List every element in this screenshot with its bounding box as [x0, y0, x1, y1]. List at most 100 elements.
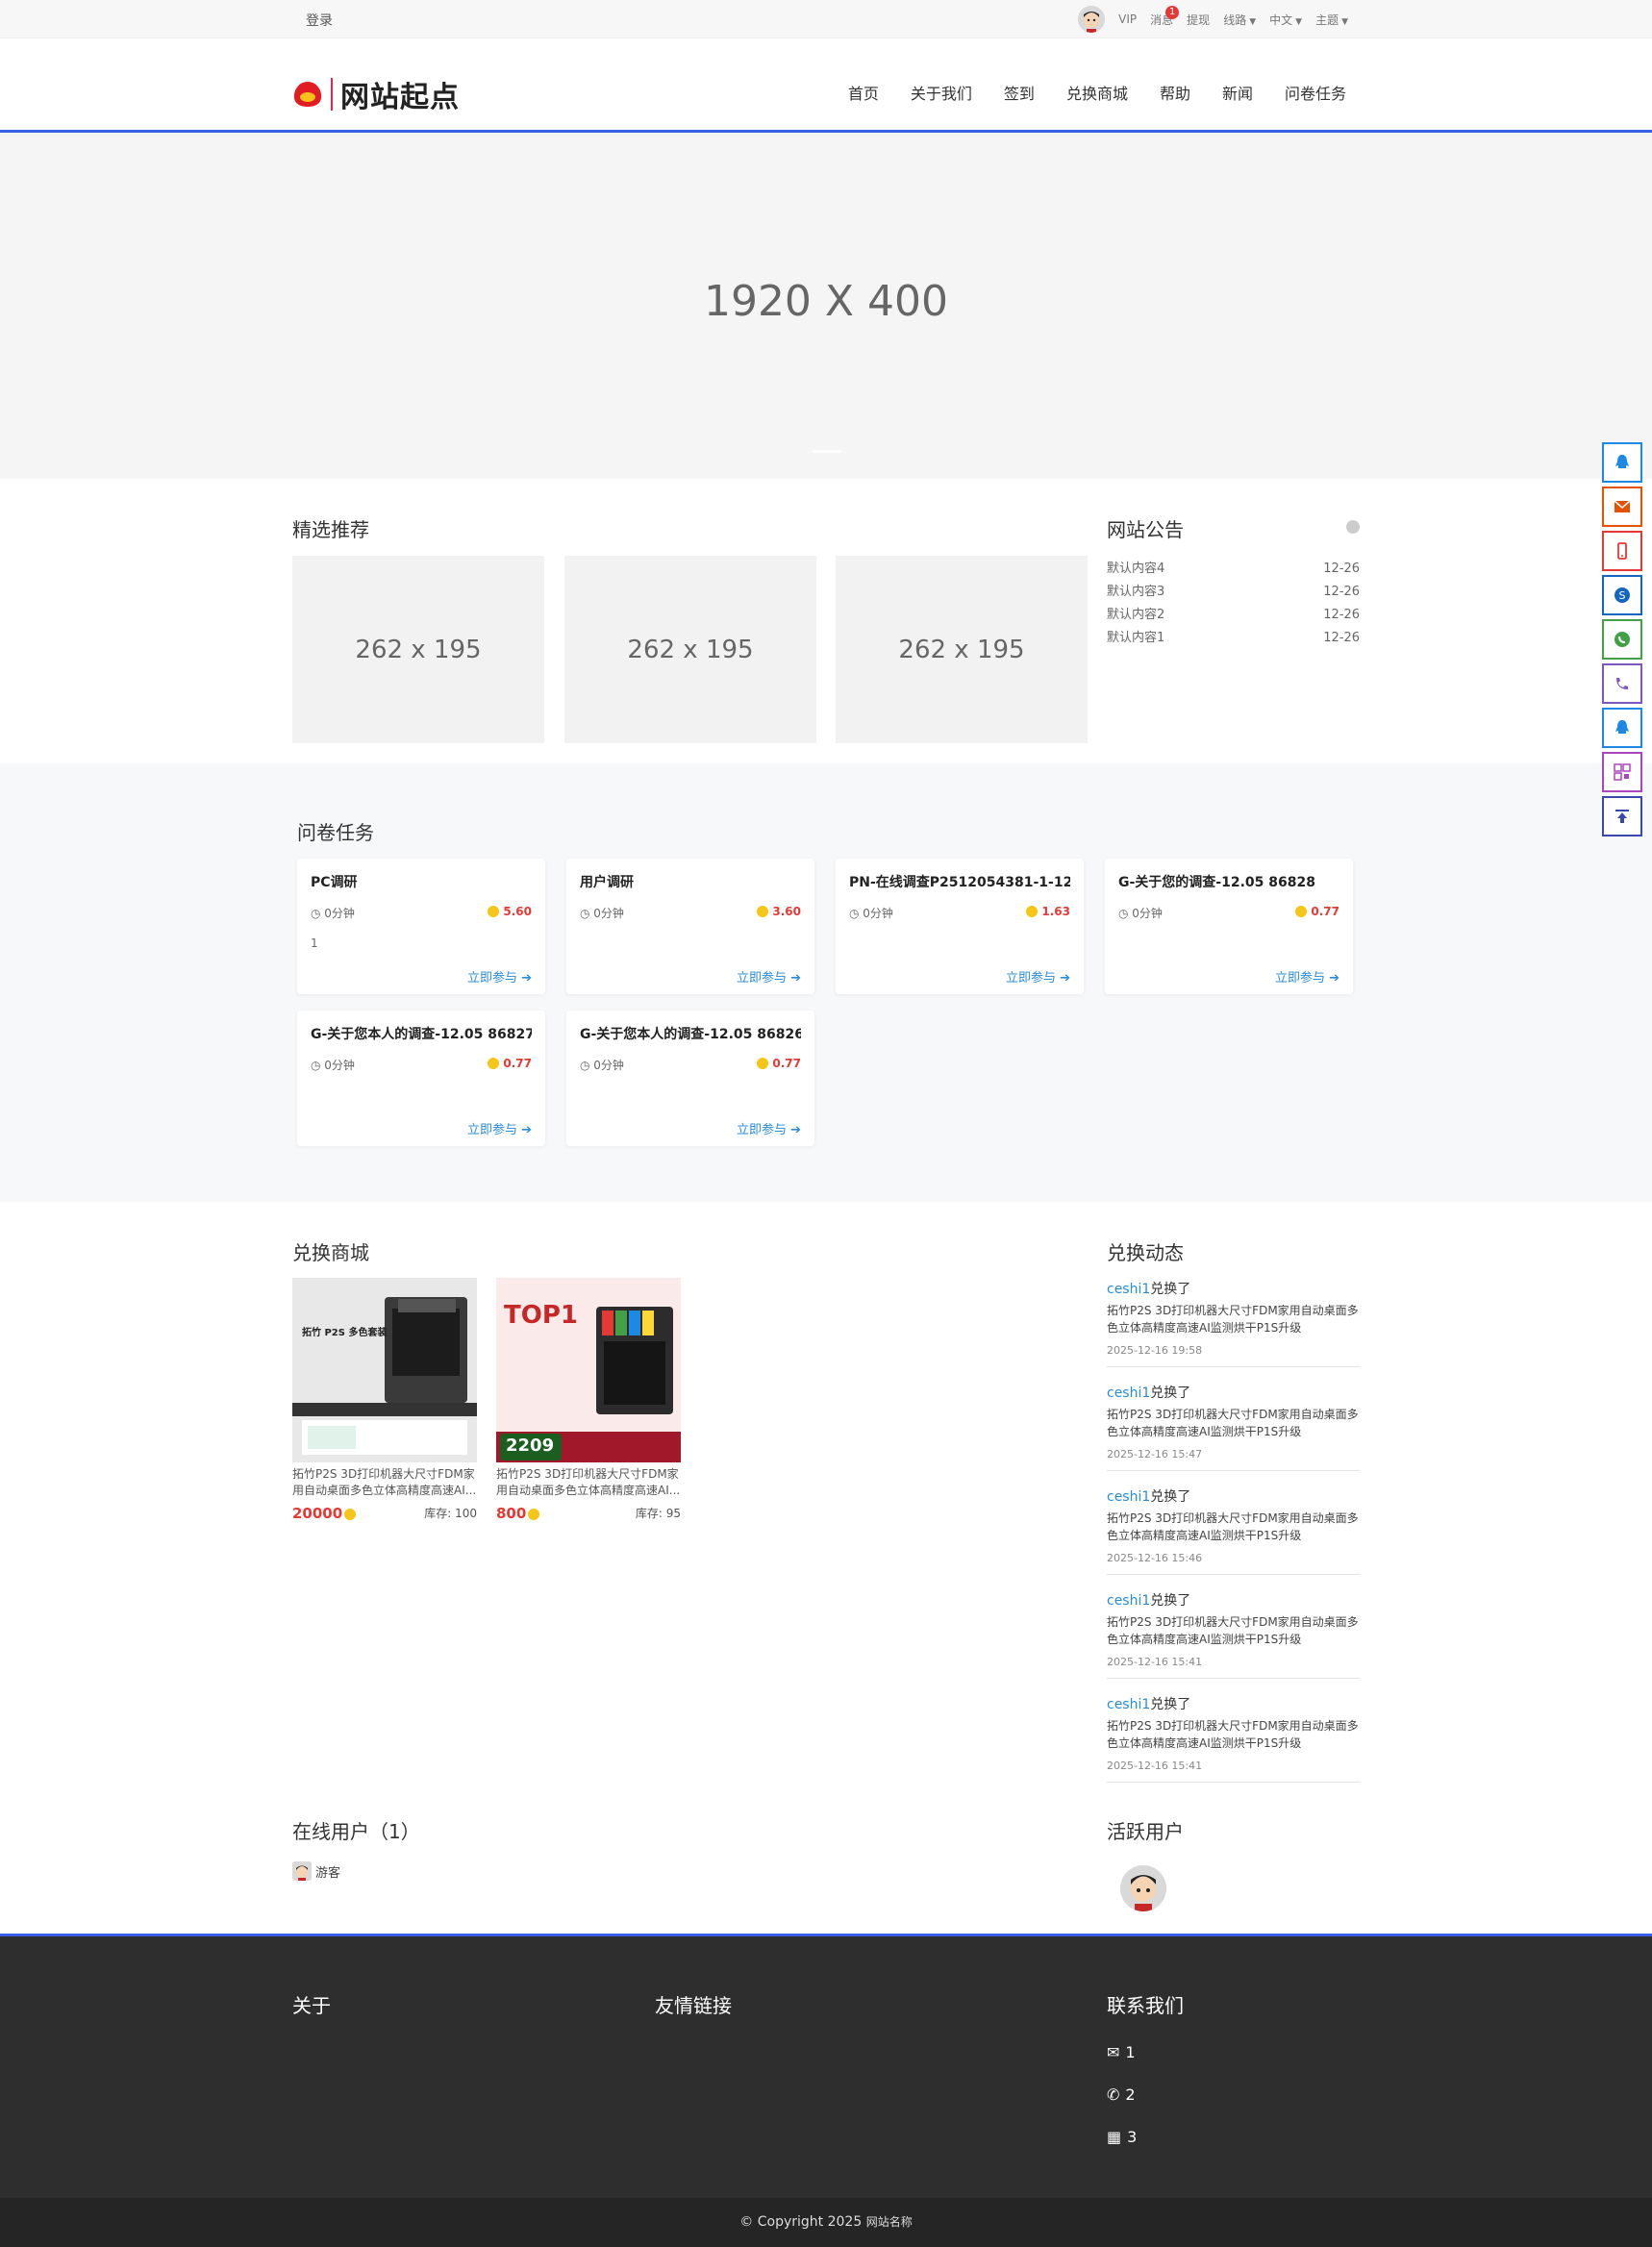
- back-to-top-button[interactable]: [1602, 796, 1642, 836]
- floating-contact-bar: S: [1602, 442, 1642, 836]
- nav-home[interactable]: 首页: [848, 81, 879, 104]
- featured-title: 精选推荐: [292, 518, 369, 541]
- language-dropdown[interactable]: 中文 ▼: [1269, 12, 1302, 28]
- join-button[interactable]: 立即参与 ➔: [849, 967, 1070, 986]
- phone-button[interactable]: [1602, 531, 1642, 571]
- viber-icon: [1616, 678, 1628, 689]
- survey-card[interactable]: PN-在线调查P2512054381-1-12- ◷ 0分钟 1.63 立即参与 …: [836, 859, 1084, 994]
- nav-shop[interactable]: 兑换商城: [1066, 81, 1128, 104]
- nav-help[interactable]: 帮助: [1160, 81, 1190, 104]
- qq-button[interactable]: [1602, 442, 1642, 483]
- join-button[interactable]: 立即参与 ➔: [580, 1119, 801, 1137]
- clock-icon: ◷: [311, 1059, 325, 1072]
- notice-item[interactable]: 默认内容4 12-26: [1107, 558, 1360, 581]
- exchange-user-link[interactable]: ceshi1: [1107, 1282, 1150, 1297]
- site-logo[interactable]: 网站起点: [292, 73, 460, 115]
- gear-icon[interactable]: [1346, 520, 1360, 534]
- exchange-user-link[interactable]: ceshi1: [1107, 1489, 1150, 1505]
- exchange-time: 2025-12-16 15:41: [1107, 1760, 1203, 1772]
- qq-button[interactable]: [1602, 708, 1642, 748]
- notice-title: 网站公告: [1107, 518, 1184, 541]
- survey-card-desc: [580, 936, 801, 950]
- whatsapp-button[interactable]: [1602, 619, 1642, 660]
- online-user-name: 游客: [315, 1865, 341, 1881]
- viber-button[interactable]: [1602, 663, 1642, 704]
- survey-card[interactable]: 用户调研 ◷ 0分钟 3.60 立即参与 ➔: [566, 859, 814, 994]
- exchange-user-link[interactable]: ceshi1: [1107, 1386, 1150, 1401]
- product-image-price: 2209: [506, 1436, 555, 1456]
- reward: 0.77: [488, 1057, 532, 1073]
- reward: 0.77: [757, 1057, 801, 1073]
- survey-card[interactable]: G-关于您的调查-12.05 86828 ◷ 0分钟 0.77 立即参与 ➔: [1105, 859, 1353, 994]
- logo-divider: [331, 78, 333, 111]
- banner-placeholder-text: 1920 X 400: [703, 277, 949, 326]
- survey-title: 问卷任务: [297, 821, 374, 844]
- survey-card[interactable]: PC调研 ◷ 0分钟 5.60 1 立即参与 ➔: [297, 859, 545, 994]
- arrow-right-icon: ➔: [521, 971, 532, 986]
- hero-banner[interactable]: 1920 X 400: [0, 133, 1652, 479]
- survey-card[interactable]: G-关于您本人的调查-12.05 86826 ◷ 0分钟 0.77 立即参与 ➔: [566, 1011, 814, 1146]
- product-price: 800: [496, 1505, 543, 1522]
- exchange-desc[interactable]: 拓竹P2S 3D打印机器大尺寸FDM家用自动桌面多色立体高精度高速AI监测烘干P…: [1107, 1510, 1360, 1544]
- reward: 0.77: [1295, 905, 1339, 921]
- product-name[interactable]: 拓竹P2S 3D打印机器大尺寸FDM家用自动桌面多色立体高精度高速AI...: [496, 1466, 681, 1499]
- login-link[interactable]: 登录: [306, 11, 333, 30]
- exchange-list: ceshi1兑换了 拓竹P2S 3D打印机器大尺寸FDM家用自动桌面多色立体高精…: [1107, 1279, 1360, 1798]
- contact-email[interactable]: ✉ 1: [1107, 2043, 1136, 2061]
- featured-card[interactable]: 262 x 195: [564, 556, 816, 743]
- email-button[interactable]: [1602, 487, 1642, 527]
- user-avatar[interactable]: [1078, 6, 1106, 33]
- exchange-action: 兑换了: [1150, 1697, 1191, 1712]
- join-label: 立即参与: [466, 1123, 517, 1137]
- notice-item[interactable]: 默认内容3 12-26: [1107, 581, 1360, 604]
- survey-card-desc: 1: [311, 936, 318, 950]
- contact-address[interactable]: ▦ 3: [1107, 2128, 1137, 2146]
- carousel-indicator[interactable]: [813, 450, 841, 453]
- survey-card-title: G-关于您本人的调查-12.05 86826: [580, 1027, 801, 1042]
- notice-item[interactable]: 默认内容2 12-26: [1107, 604, 1360, 627]
- exchange-action: 兑换了: [1150, 1489, 1191, 1505]
- survey-card[interactable]: G-关于您本人的调查-12.05 86827 ◷ 0分钟 0.77 立即参与 ➔: [297, 1011, 545, 1146]
- theme-dropdown[interactable]: 主题 ▼: [1315, 12, 1348, 28]
- exchange-user-link[interactable]: ceshi1: [1107, 1697, 1150, 1712]
- withdraw-link[interactable]: 提现: [1187, 12, 1210, 28]
- messages-link[interactable]: 消息 1: [1150, 5, 1180, 28]
- nav-checkin[interactable]: 签到: [1004, 81, 1035, 104]
- coin-icon: [1295, 906, 1308, 917]
- nav-survey[interactable]: 问卷任务: [1285, 81, 1346, 104]
- nav-news[interactable]: 新闻: [1222, 81, 1253, 104]
- notice-item[interactable]: 默认内容1 12-26: [1107, 627, 1360, 650]
- join-button[interactable]: 立即参与 ➔: [580, 967, 801, 986]
- product-stock: 库存: 100: [424, 1507, 477, 1520]
- product-card[interactable]: 拓竹 P2S 多色套装 拓竹P2S 3D打印机器大尺寸FDM家用自动桌面多色立体…: [292, 1278, 477, 1522]
- featured-card[interactable]: 262 x 195: [292, 556, 544, 743]
- product-name[interactable]: 拓竹P2S 3D打印机器大尺寸FDM家用自动桌面多色立体高精度高速AI...: [292, 1466, 477, 1499]
- join-button[interactable]: 立即参与 ➔: [311, 1119, 532, 1137]
- product-image-label: 拓竹 P2S 多色套装: [302, 1328, 388, 1338]
- online-user[interactable]: 游客: [292, 1861, 340, 1881]
- coin-icon: [488, 906, 500, 917]
- qrcode-button[interactable]: [1602, 752, 1642, 792]
- join-button[interactable]: 立即参与 ➔: [1118, 967, 1339, 986]
- site-header: 网站起点 首页 关于我们 签到 兑换商城 帮助 新闻 问卷任务: [0, 38, 1652, 133]
- exchange-desc[interactable]: 拓竹P2S 3D打印机器大尺寸FDM家用自动桌面多色立体高精度高速AI监测烘干P…: [1107, 1406, 1360, 1440]
- exchange-desc[interactable]: 拓竹P2S 3D打印机器大尺寸FDM家用自动桌面多色立体高精度高速AI监测烘干P…: [1107, 1717, 1360, 1752]
- join-button[interactable]: 立即参与 ➔: [311, 967, 532, 986]
- product-card[interactable]: TOP1 2209 拓竹P2S 3D打印机器大尺寸FDM家用自动桌面多色立体高精…: [496, 1278, 681, 1522]
- exchange-desc[interactable]: 拓竹P2S 3D打印机器大尺寸FDM家用自动桌面多色立体高精度高速AI监测烘干P…: [1107, 1613, 1360, 1648]
- skype-button[interactable]: S: [1602, 575, 1642, 615]
- footer-links-title: 友情链接: [655, 1994, 732, 2017]
- coin-icon: [757, 1058, 769, 1069]
- nav-about[interactable]: 关于我们: [911, 81, 972, 104]
- active-user-avatar[interactable]: [1120, 1865, 1166, 1911]
- product-image[interactable]: 拓竹 P2S 多色套装: [292, 1278, 477, 1462]
- exchange-user-link[interactable]: ceshi1: [1107, 1593, 1150, 1609]
- vip-link[interactable]: VIP: [1118, 12, 1137, 26]
- contact-phone[interactable]: ✆ 2: [1107, 2085, 1136, 2104]
- reward-value: 5.60: [503, 905, 532, 918]
- exchange-action: 兑换了: [1150, 1593, 1191, 1609]
- product-image[interactable]: TOP1 2209: [496, 1278, 681, 1462]
- route-dropdown[interactable]: 线路 ▼: [1223, 12, 1256, 28]
- featured-card[interactable]: 262 x 195: [836, 556, 1088, 743]
- exchange-desc[interactable]: 拓竹P2S 3D打印机器大尺寸FDM家用自动桌面多色立体高精度高速AI监测烘干P…: [1107, 1302, 1360, 1336]
